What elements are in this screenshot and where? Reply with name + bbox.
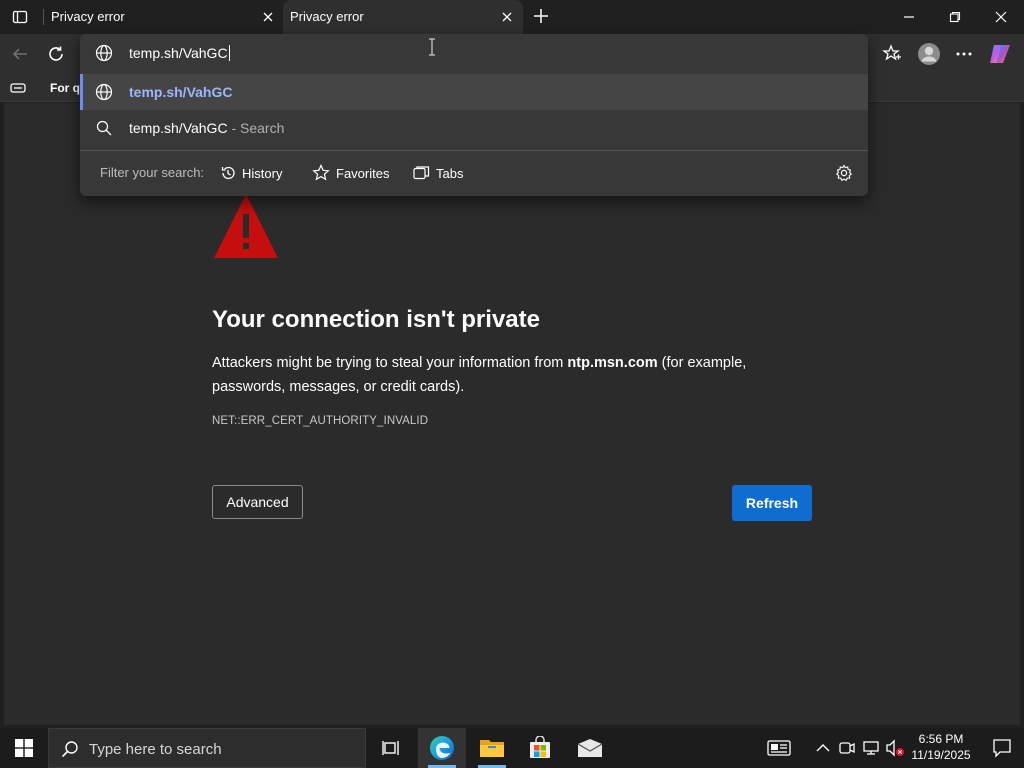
task-view-button[interactable] — [368, 728, 416, 768]
globe-icon — [95, 44, 113, 62]
filter-tabs-label: Tabs — [436, 165, 464, 181]
taskbar-search-box[interactable]: Type here to search — [48, 728, 366, 768]
minimize-button[interactable] — [886, 0, 932, 34]
new-tab-button[interactable] — [530, 5, 552, 27]
tab-privacy-error-2[interactable]: Privacy error — [283, 0, 523, 34]
filter-tabs-button[interactable]: Tabs — [413, 163, 463, 183]
more-ellipsis-icon[interactable] — [952, 42, 976, 66]
advanced-button[interactable]: Advanced — [212, 485, 303, 519]
taskbar-mail[interactable] — [566, 728, 614, 768]
taskbar: Type here to search 6:56 PM 11/19/2025 — [0, 728, 1024, 768]
refresh-button[interactable]: Refresh — [732, 485, 812, 521]
restore-button[interactable] — [932, 0, 978, 34]
windows-start-button[interactable] — [0, 728, 48, 768]
volume-muted-icon[interactable] — [885, 738, 905, 758]
copilot-icon[interactable] — [988, 42, 1012, 66]
task-view-icon — [382, 741, 399, 755]
windows-logo-icon — [15, 739, 33, 757]
history-icon — [221, 166, 235, 180]
system-clock[interactable]: 6:56 PM 11/19/2025 — [906, 731, 976, 763]
filter-history-label: History — [242, 165, 283, 181]
warning-triangle-icon — [212, 192, 280, 260]
clock-date: 11/19/2025 — [911, 748, 971, 762]
suggestion-url[interactable]: temp.sh/VahGC — [80, 74, 868, 110]
filter-label: Filter your search: — [100, 165, 205, 180]
suggestion-search[interactable]: temp.sh/VahGC - Search — [80, 110, 868, 146]
back-arrow-icon[interactable] — [8, 42, 32, 66]
error-title: Your connection isn't private — [212, 306, 540, 333]
edge-icon — [430, 736, 454, 760]
gear-icon[interactable] — [835, 164, 853, 182]
filter-row: Filter your search: History Favorites Ta… — [80, 151, 868, 195]
search-icon — [95, 119, 113, 137]
filter-favorites-button[interactable]: Favorites — [312, 163, 389, 183]
tab-privacy-error-1[interactable]: Privacy error — [44, 0, 282, 34]
tab-close-icon[interactable] — [260, 9, 276, 25]
clock-time: 6:56 PM — [918, 732, 964, 746]
suggestion-text: temp.sh/VahGC — [129, 84, 233, 100]
tab-title: Privacy error — [290, 9, 364, 24]
favorites-star-icon[interactable] — [880, 42, 904, 66]
title-bar: Privacy error Privacy error — [0, 0, 1024, 34]
mail-icon — [577, 739, 603, 757]
tab-actions-icon[interactable] — [8, 6, 32, 28]
text-cursor-icon — [427, 38, 437, 56]
suggestion-suffix: - Search — [227, 120, 285, 136]
globe-icon — [95, 83, 113, 101]
reading-icon[interactable] — [10, 81, 26, 95]
text-caret — [228, 45, 230, 61]
folder-icon — [480, 740, 504, 757]
address-input[interactable]: temp.sh/VahGC — [129, 45, 230, 61]
tab-close-icon[interactable] — [499, 9, 515, 25]
news-widget-icon[interactable] — [766, 738, 792, 758]
error-code: NET::ERR_CERT_AUTHORITY_INVALID — [212, 415, 429, 427]
desc-text: Attackers might be trying to steal your … — [212, 355, 568, 371]
store-icon — [530, 736, 550, 758]
network-icon[interactable] — [861, 738, 881, 758]
close-window-button[interactable] — [978, 0, 1024, 34]
tabs-icon — [413, 166, 430, 180]
meet-now-icon[interactable] — [837, 738, 857, 758]
filter-favorites-label: Favorites — [336, 165, 390, 181]
notification-icon — [993, 739, 1011, 758]
star-icon — [312, 164, 330, 181]
taskbar-microsoft-store[interactable] — [516, 728, 564, 768]
notification-center-button[interactable] — [980, 728, 1024, 768]
favorites-item[interactable]: For q — [50, 81, 80, 95]
refresh-icon[interactable] — [44, 42, 68, 66]
taskbar-edge[interactable] — [418, 728, 466, 768]
desc-host: ntp.msn.com — [567, 355, 658, 371]
taskbar-file-explorer[interactable] — [468, 728, 516, 768]
address-bar[interactable]: temp.sh/VahGC — [80, 34, 868, 72]
profile-avatar-icon[interactable] — [916, 41, 942, 67]
address-bar-dropdown: temp.sh/VahGC temp.sh/VahGC temp.sh/VahG… — [80, 34, 868, 196]
error-description: Attackers might be trying to steal your … — [212, 351, 812, 399]
address-input-value: temp.sh/VahGC — [129, 45, 228, 61]
chevron-up-icon[interactable] — [813, 738, 833, 758]
taskbar-search-placeholder: Type here to search — [89, 741, 222, 758]
tab-title: Privacy error — [51, 9, 125, 24]
search-icon — [61, 741, 78, 758]
filter-history-button[interactable]: History — [220, 163, 282, 183]
suggestion-text: temp.sh/VahGC - Search — [129, 120, 284, 136]
page-content — [4, 103, 1020, 725]
suggestion-query: temp.sh/VahGC — [129, 120, 228, 136]
